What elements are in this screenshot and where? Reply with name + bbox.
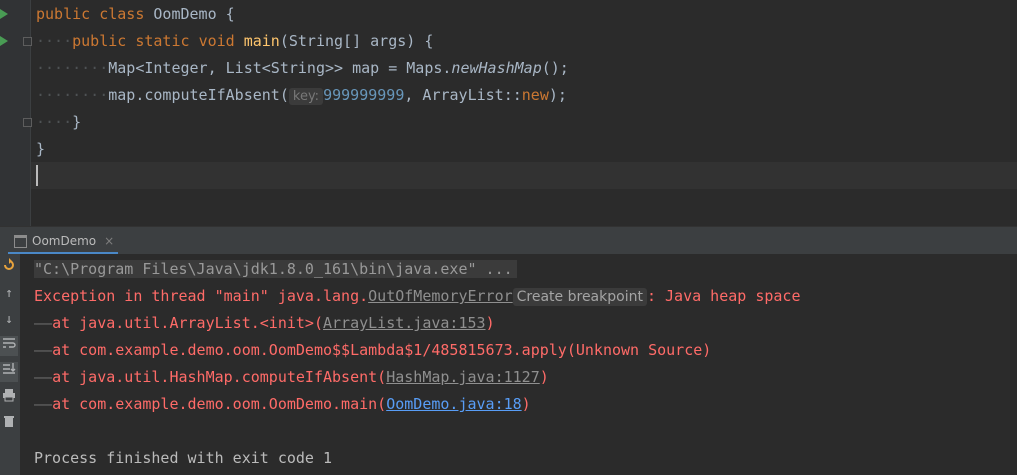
code-line-3: ········Map<Integer, List<String>> map =… [36, 59, 569, 77]
down-arrow-icon[interactable]: ↓ [0, 310, 18, 330]
code-line-1: public class OomDemo { [36, 5, 235, 23]
parameter-hint: key: [288, 88, 324, 105]
source-link[interactable]: HashMap.java:1127 [386, 368, 540, 386]
process-exit-line: Process finished with exit code 1 [34, 449, 333, 467]
console-toolbar: ↑ ↓ [0, 254, 20, 475]
scroll-to-end-icon[interactable] [0, 362, 18, 382]
stack-trace-line: ——at java.util.ArrayList.<init>(ArrayLis… [34, 314, 495, 332]
console-exception-line: Exception in thread "main" java.lang.Out… [34, 287, 801, 306]
stack-trace-line: ——at com.example.demo.oom.OomDemo$$Lambd… [34, 341, 712, 359]
run-console[interactable]: ↑ ↓ "C:\Program Files\Java\jdk1.8.0_161\… [0, 254, 1017, 475]
source-link[interactable]: ArrayList.java:153 [323, 314, 486, 332]
stack-trace-line: ——at com.example.demo.oom.OomDemo.main(O… [34, 395, 531, 413]
exception-class-link[interactable]: OutOfMemoryError [368, 287, 513, 305]
up-arrow-icon[interactable]: ↑ [0, 284, 18, 304]
console-command-line: "C:\Program Files\Java\jdk1.8.0_161\bin\… [34, 256, 517, 283]
source-link[interactable]: OomDemo.java:18 [386, 395, 521, 413]
close-icon[interactable]: × [104, 227, 114, 255]
print-icon[interactable] [0, 388, 18, 408]
stack-trace-line: ——at java.util.HashMap.computeIfAbsent(H… [34, 368, 549, 386]
text-caret [36, 165, 38, 186]
console-tab-icon [14, 235, 27, 248]
run-class-icon[interactable] [0, 9, 8, 19]
tab-label: OomDemo [32, 234, 97, 248]
code-line-5: ····} [36, 113, 82, 131]
current-line-highlight [31, 162, 1017, 189]
tab-oomdemo[interactable]: OomDemo × [8, 227, 119, 255]
fold-icon[interactable] [23, 118, 32, 127]
trash-icon[interactable] [0, 414, 18, 434]
soft-wrap-icon[interactable] [0, 336, 18, 356]
code-line-6: } [36, 140, 46, 158]
code-editor[interactable]: public class OomDemo { ····public static… [0, 0, 1017, 226]
create-breakpoint-hint[interactable]: Create breakpoint [512, 288, 647, 306]
rerun-icon[interactable] [0, 258, 18, 278]
code-line-2: ····public static void main(String[] arg… [36, 32, 434, 50]
editor-gutter [0, 0, 32, 226]
run-main-icon[interactable] [0, 36, 8, 46]
run-tool-window-header: OomDemo × [0, 226, 1017, 255]
fold-icon[interactable] [23, 37, 32, 46]
code-line-4: ········map.computeIfAbsent(key: 99999999… [36, 86, 567, 105]
